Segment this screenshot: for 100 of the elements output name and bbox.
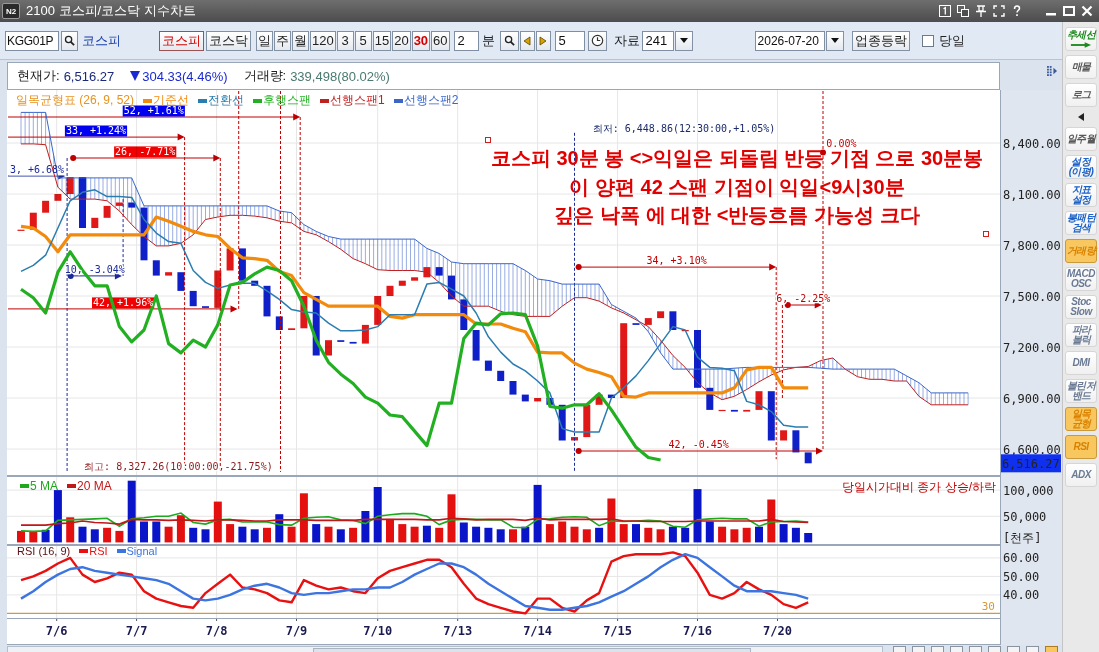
sidebar-button[interactable]: 로그: [1065, 83, 1097, 107]
legend-label: 선행스팬1: [330, 92, 385, 109]
fullscreen-icon[interactable]: [993, 5, 1005, 17]
square-icon[interactable]: [893, 646, 906, 652]
period-button[interactable]: 30: [411, 30, 431, 51]
square-icon[interactable]: [988, 646, 1001, 652]
y-axis-label: 50.00: [1003, 569, 1040, 584]
period-button[interactable]: 20: [392, 30, 411, 51]
x-axis-label: 7/13: [443, 624, 473, 638]
zoom-button[interactable]: [499, 30, 519, 51]
sidebar-button[interactable]: ADX: [1065, 463, 1097, 487]
interval-field[interactable]: 2: [453, 30, 479, 51]
price-tag: 6,516.27: [1001, 454, 1061, 473]
axis-unit-label: [천주]: [1003, 531, 1042, 545]
legend-label: Signal: [126, 545, 158, 557]
chart-title: RSI (16, 9): [17, 545, 71, 557]
x-axis-label: 7/20: [763, 624, 792, 638]
period-button[interactable]: 일: [256, 30, 273, 51]
x-axis-label: 7/6: [45, 624, 68, 638]
dropdown-button[interactable]: [674, 30, 693, 51]
square-icon[interactable]: [1007, 646, 1020, 652]
square-icon[interactable]: [969, 646, 982, 652]
chart-annotation: 42, +1.96%: [93, 296, 154, 308]
horizontal-scrollbar[interactable]: [7, 646, 883, 652]
sidebar-button[interactable]: Stoc Slow: [1065, 295, 1097, 319]
today-label: 당일: [938, 31, 965, 50]
numbered-box-icon[interactable]: [939, 5, 951, 17]
data-count-field[interactable]: 241: [641, 30, 674, 51]
today-checkbox[interactable]: [921, 34, 934, 47]
period-button[interactable]: 60: [431, 30, 450, 51]
legend-label: RSI: [89, 545, 108, 557]
windows-icon[interactable]: [957, 5, 969, 17]
volume-value: 339,498(80.02%): [290, 68, 390, 84]
legend-label: 전환선: [208, 92, 245, 109]
date-field[interactable]: 2026-07-20: [754, 30, 825, 51]
dots-arrow-icon[interactable]: [1047, 66, 1058, 76]
chart-annotation: 52, +1.61%: [123, 105, 184, 116]
y-axis-label: 7,800.00: [1003, 238, 1061, 253]
chart-annotation: 33, +1.24%: [65, 125, 127, 136]
sector-button[interactable]: 업종등락: [851, 30, 910, 51]
sidebar-button[interactable]: 봉패턴 검색: [1065, 211, 1097, 235]
sidebar-button[interactable]: 볼린저 밴드: [1065, 379, 1097, 403]
selection-handle-icon[interactable]: [485, 137, 491, 143]
sidebar-button[interactable]: MACD OSC: [1065, 267, 1097, 291]
x-axis-label: 7/10: [363, 624, 393, 638]
data-label: 자료: [613, 31, 640, 50]
sidebar-button[interactable]: 매물: [1065, 55, 1097, 79]
caret-down-icon: [830, 38, 839, 43]
legend-label: 선행스팬2: [403, 92, 459, 109]
y-axis-label: 100,000: [1003, 483, 1054, 498]
period-button[interactable]: 주: [274, 30, 291, 51]
sidebar-button[interactable]: DMI: [1065, 351, 1097, 375]
sidebar-button[interactable]: 파라 볼릭: [1065, 323, 1097, 347]
step-field[interactable]: 5: [554, 30, 585, 51]
pin-icon[interactable]: [975, 5, 987, 17]
square-icon[interactable]: [950, 646, 963, 652]
previous-button[interactable]: [519, 30, 535, 51]
period-button[interactable]: 3: [336, 30, 354, 51]
clock-button[interactable]: [587, 30, 607, 51]
sidebar-button[interactable]: 일주월: [1065, 127, 1097, 151]
market-tab[interactable]: 코스피: [159, 30, 204, 51]
close-icon[interactable]: [1081, 5, 1093, 17]
legend-label: 20 MA: [77, 479, 112, 493]
search-icon: [64, 35, 75, 46]
square-icon[interactable]: [1026, 646, 1039, 652]
square-icon[interactable]: [912, 646, 925, 652]
selection-handle-icon[interactable]: [983, 231, 989, 237]
search-button[interactable]: [61, 30, 78, 51]
help-icon[interactable]: [1011, 5, 1023, 17]
triangle-right-icon: [539, 35, 548, 46]
sidebar-button[interactable]: 지표 설정: [1065, 183, 1097, 207]
sidebar-button[interactable]: 추세선: [1065, 27, 1097, 51]
price-change: 304.33(4.46%): [142, 68, 228, 84]
sidebar-button[interactable]: 설정 (이평): [1065, 155, 1097, 179]
square-icon[interactable]: [931, 646, 944, 652]
chart-title: 일목균형표 (26, 9, 52): [16, 92, 135, 107]
caret-down-icon: [679, 38, 688, 43]
dropdown-button[interactable]: [825, 30, 844, 51]
y-axis-label: 8,100.00: [1003, 187, 1061, 202]
next-button[interactable]: [535, 30, 551, 51]
clock-icon: [590, 34, 604, 47]
chart-annotation: 42, -0.45%: [668, 439, 729, 450]
market-tab[interactable]: 코스닥: [206, 30, 251, 51]
chart-annotation: 10, -3.04%: [64, 263, 125, 275]
code-field[interactable]: KGG01P: [5, 30, 59, 51]
chart-caption: 당일시가대비 종가 상승/하락: [842, 479, 996, 496]
chart-annotation: 6, -2.25%: [776, 293, 831, 304]
period-button[interactable]: 월: [292, 30, 309, 51]
y-axis-label: 60.00: [1003, 551, 1040, 566]
chart-annotation: 최저: 6,448.86(12:30:00,+1.05%): [592, 123, 776, 134]
period-button[interactable]: 120: [310, 30, 336, 51]
y-axis-label: 6,600.00: [1003, 442, 1061, 457]
y-axis-label: 50,000: [1003, 509, 1047, 524]
x-axis-label: 7/7: [125, 624, 148, 638]
period-button[interactable]: 5: [354, 30, 372, 51]
period-button[interactable]: 15: [372, 30, 392, 51]
search-icon: [503, 35, 515, 46]
triangle-left-icon: [1078, 113, 1084, 121]
legend-label: 기준선: [153, 92, 190, 107]
maximize-icon[interactable]: [1063, 5, 1075, 17]
